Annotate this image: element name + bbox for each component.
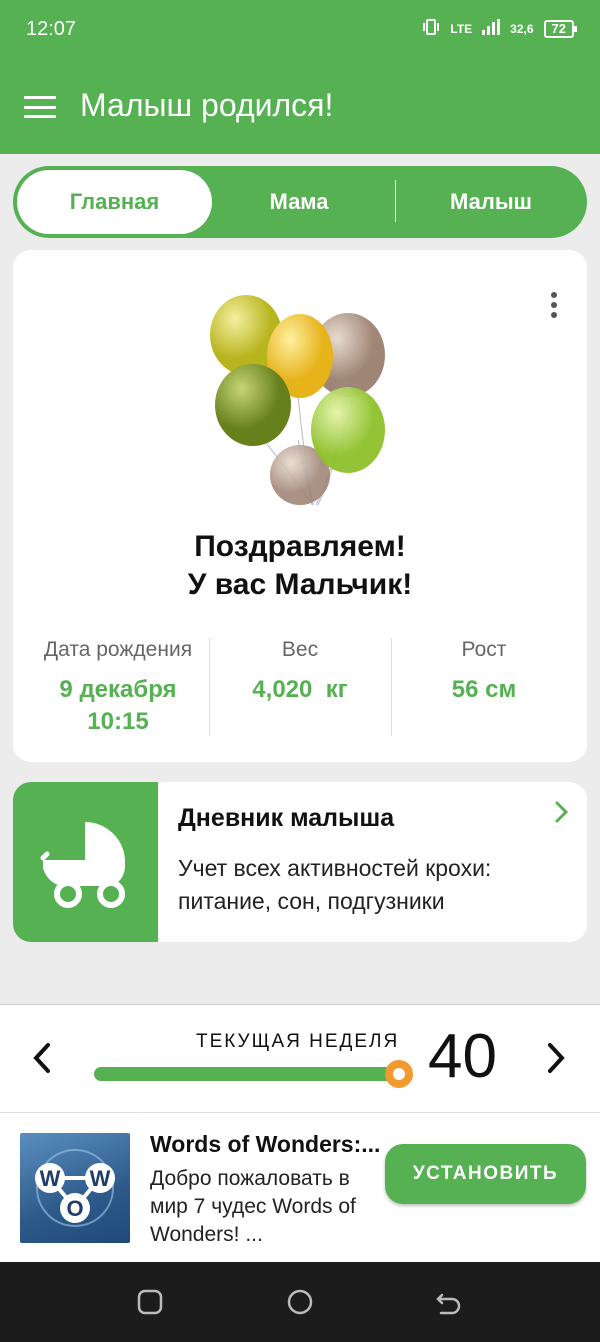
stat-value: 56 см (451, 676, 517, 703)
ad-app-icon: W W O (20, 1133, 130, 1243)
tab-bar: Главная Мама Малыш (13, 166, 587, 238)
ad-logo-letter: W (90, 1166, 111, 1191)
congrats-line-1: Поздравляем! (194, 530, 406, 563)
square-nav-icon[interactable] (137, 1289, 163, 1320)
week-label: ТЕКУЩАЯ НЕДЕЛЯ (196, 1031, 400, 1052)
ad-title: Words of Wonders:... (150, 1131, 381, 1157)
status-bar: 12:07 LTE 32,6 72 (0, 0, 600, 60)
week-progress-knob[interactable] (385, 1060, 413, 1088)
congrats-line-2: У вас Мальчик! (187, 568, 413, 601)
install-button[interactable]: УСТАНОВИТЬ (385, 1144, 586, 1204)
battery-level: 72 (551, 20, 566, 36)
chevron-right-icon (553, 800, 571, 829)
chevron-right-icon[interactable] (542, 1041, 568, 1080)
tab-mom[interactable]: Мама (213, 170, 385, 234)
diary-title: Дневник малыша (178, 804, 395, 832)
balloons-image (188, 280, 408, 510)
ad-description: Добро пожаловать в мир 7 чудес Words of … (150, 1167, 356, 1246)
tab-home[interactable]: Главная (17, 170, 212, 234)
ad-banner[interactable]: W W O Words of Wonders:... Добро пожалов… (0, 1112, 600, 1262)
stat-height: Рост 56 см (391, 638, 577, 706)
ad-logo-letter: O (66, 1196, 83, 1221)
stroller-icon (13, 782, 158, 942)
stat-value: 4,020 кг (252, 676, 348, 703)
stat-weight: Вес 4,020 кг (209, 638, 391, 706)
week-progress (94, 1067, 400, 1081)
signal-icon (482, 19, 501, 38)
birth-stats: Дата рождения 9 декабря 10:15 Вес 4,020 … (13, 638, 587, 738)
tab-divider (395, 180, 396, 222)
app-bar: Малыш родился! (0, 60, 600, 154)
battery-icon: 72 (543, 19, 578, 38)
congrats-text: Поздравляем! У вас Мальчик! (13, 528, 587, 604)
stat-label: Дата рождения (43, 638, 193, 661)
stat-value: 9 декабря 10:15 (23, 674, 213, 738)
status-time: 12:07 (26, 18, 77, 40)
birth-card: Поздравляем! У вас Мальчик! Дата рождени… (13, 250, 587, 762)
menu-icon[interactable] (24, 96, 56, 118)
circle-nav-icon[interactable] (287, 1289, 313, 1320)
ad-logo-letter: W (40, 1166, 61, 1191)
stat-label: Вес (281, 638, 319, 661)
current-week-bar: ТЕКУЩАЯ НЕДЕЛЯ 40 (0, 1004, 600, 1112)
speed-label: 32,6 (510, 21, 534, 36)
page-title: Малыш родился! (80, 87, 334, 123)
more-vert-icon[interactable] (551, 292, 559, 322)
stat-label: Рост (461, 638, 507, 661)
tab-baby[interactable]: Малыш (413, 170, 569, 234)
diary-description: Учет всех активностей крохи: питание, со… (178, 855, 492, 914)
chevron-left-icon[interactable] (30, 1041, 56, 1080)
status-icons: LTE 32,6 72 (422, 18, 578, 39)
stat-birth-date: Дата рождения 9 декабря 10:15 (23, 638, 213, 738)
stat-time-value: 10:15 (87, 708, 149, 735)
back-nav-icon[interactable] (436, 1289, 462, 1320)
vibrate-icon (422, 18, 440, 39)
network-label: LTE (450, 21, 473, 36)
system-nav-bar (0, 1262, 600, 1342)
diary-card[interactable]: Дневник малыша Учет всех активностей кро… (13, 782, 587, 942)
stat-date-value: 9 декабря (59, 676, 177, 703)
week-number: 40 (428, 1022, 497, 1091)
